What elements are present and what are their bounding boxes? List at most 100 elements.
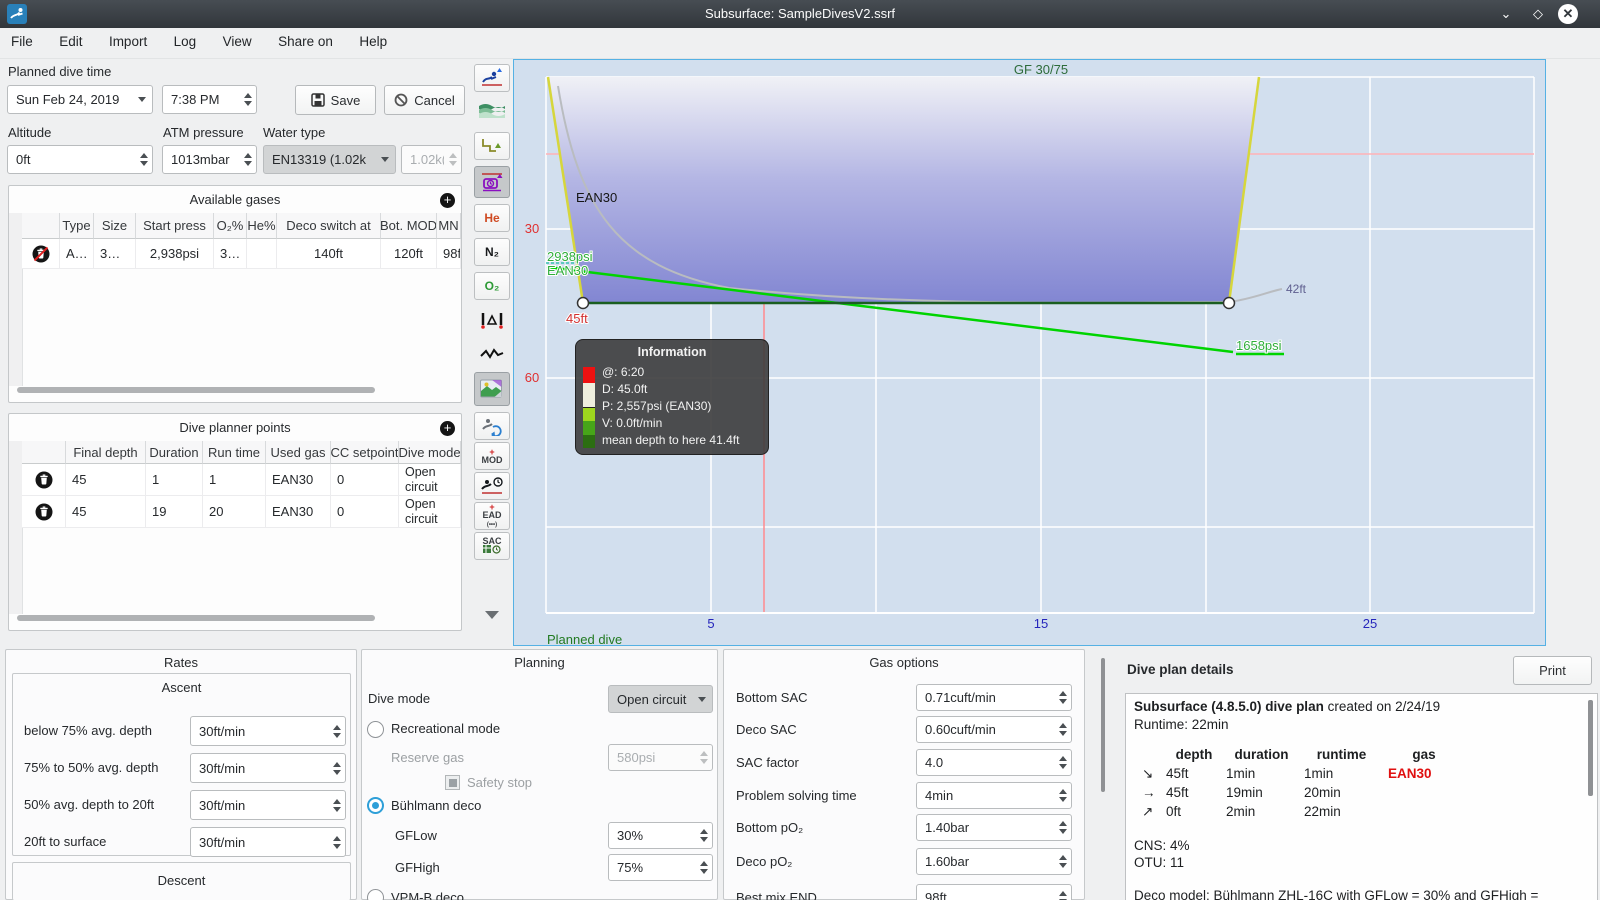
o2-graph-toggle[interactable]: O₂ [474,272,510,300]
ndl-toggle[interactable] [474,472,510,500]
point-setpoint-cell[interactable]: 0 [331,496,399,528]
gflow-spinner[interactable]: 30% [608,822,713,849]
bottom-splitter-scrollbar[interactable] [1101,658,1105,792]
gases-hscrollbar[interactable] [17,387,375,393]
deco-po2-label: Deco pO₂ [736,854,793,869]
minimize-button[interactable]: ⌄ [1496,4,1516,24]
planner-handle[interactable] [576,296,590,310]
delete-point-button[interactable] [22,464,66,496]
gas-start-press-cell[interactable]: 2,938psi [136,239,214,269]
bottom-po2-spinner[interactable]: 1.40bar [916,814,1072,841]
water-type-combobox[interactable]: EN13319 (1.02k [263,145,396,174]
sac-toggle[interactable]: SAC [474,532,510,560]
point-divemode-cell[interactable]: Open circuit [399,464,461,496]
dive-mode-combobox[interactable]: Open circuit [608,685,713,713]
menu-help[interactable]: Help [348,28,398,55]
ascent-rate-toggle[interactable] [474,64,510,92]
safety-stop-checkbox-disabled [445,775,460,790]
col-mnd: MN [437,213,461,239]
point-depth-cell[interactable]: 45 [66,496,146,528]
deco-sac-spinner[interactable]: 0.60cuft/min [916,716,1072,743]
save-button[interactable]: Save [295,85,376,115]
surface-waves-toggle[interactable] [474,96,510,124]
menu-import[interactable]: Import [98,28,158,55]
cancel-button[interactable]: Cancel [384,85,465,115]
point-depth-cell[interactable]: 45 [66,464,146,496]
rate-spinner-3[interactable]: 30ft/min [190,790,346,820]
points-hscrollbar[interactable] [17,615,375,621]
point-gas-cell[interactable]: EAN30 [266,496,331,528]
point-duration-cell[interactable]: 1 [146,464,203,496]
rebreather-toggle[interactable] [474,412,510,440]
buhlmann-deco-radio-selected[interactable] [367,797,384,814]
heartrate-toggle[interactable] [474,340,510,368]
toolbar-scroll-down[interactable] [478,606,506,626]
point-setpoint-cell[interactable]: 0 [331,464,399,496]
rate-spinner-2[interactable]: 30ft/min [190,753,346,783]
gas-bot-mod-cell[interactable]: 120ft [381,239,437,269]
recreational-mode-radio[interactable] [367,721,384,738]
problem-solving-time-spinner[interactable]: 4min [916,782,1072,809]
add-point-button[interactable]: + [440,421,455,436]
bottom-sac-spinner[interactable]: 0.71cuft/min [916,684,1072,711]
mod-toggle[interactable]: + MOD [474,442,510,470]
menu-log[interactable]: Log [163,28,208,55]
n2-graph-toggle[interactable]: N₂ [474,238,510,266]
tooltip-pressure: P: 2,557psi (EAN30) [602,399,712,413]
gas-o2-cell[interactable]: 3… [214,239,247,269]
altitude-spinner[interactable]: 0ft [7,145,153,174]
ead-toggle[interactable]: + EAD (•••) [474,502,510,530]
gas-mnd-cell[interactable]: 98f [437,239,461,269]
segment-depth: 0ft [1166,804,1182,819]
point-runtime-cell[interactable]: 1 [203,464,266,496]
point-gas-cell[interactable]: EAN30 [266,464,331,496]
setpoint-toggle-selected[interactable] [474,166,510,198]
close-button[interactable]: ✕ [1558,4,1578,24]
deco-po2-spinner[interactable]: 1.60bar [916,848,1072,875]
rate-spinner-4[interactable]: 30ft/min [190,827,346,857]
point-divemode-cell[interactable]: Open circuit [399,496,461,528]
menu-share-on[interactable]: Share on [267,28,344,55]
segment-duration: 2min [1226,804,1256,819]
dive-time-spinner[interactable]: 7:38 PM [162,85,257,114]
descent-title: Descent [157,873,206,888]
tooltip-mean-depth: mean depth to here 41.4ft [602,433,740,447]
diver-clock-icon [481,477,503,494]
row-header-strip [9,441,23,614]
gas-he-cell[interactable] [247,239,277,269]
time-tick-15: 15 [1034,616,1048,631]
add-gas-button[interactable]: + [440,193,455,208]
bottom-depth-label: 45ft [566,311,588,326]
best-mix-end-spinner[interactable]: 98ft [916,884,1072,900]
dive-mode-label: Dive mode [368,691,431,706]
gas-deco-switch-cell[interactable]: 140ft [277,239,381,269]
atm-pressure-label: ATM pressure [163,125,244,140]
depth-tick-30: 30 [525,221,539,236]
bottom-po2-label: Bottom pO₂ [736,820,804,835]
ceiling-toggle[interactable] [474,132,510,160]
gfhigh-spinner[interactable]: 75% [608,854,713,881]
print-button[interactable]: Print [1513,656,1592,685]
photos-toggle-selected[interactable] [474,372,510,406]
delete-point-button[interactable] [22,496,66,528]
start-pressure-label: 2938psi [547,249,593,264]
gas-type-cell[interactable]: A… [60,239,94,269]
point-runtime-cell[interactable]: 20 [203,496,266,528]
menu-edit[interactable]: Edit [48,28,93,55]
dive-date-combobox[interactable]: Sun Feb 24, 2019 [7,85,153,114]
planner-handle[interactable] [1222,296,1236,310]
point-duration-cell[interactable]: 19 [146,496,203,528]
sac-factor-spinner[interactable]: 4.0 [916,749,1072,776]
vpmb-deco-radio[interactable] [367,889,384,900]
menu-view[interactable]: View [212,28,263,55]
dive-plan-text: Subsurface (4.8.5.0) dive plan created o… [1125,693,1598,900]
plan-vscrollbar[interactable] [1588,700,1593,796]
maximize-button[interactable]: ◇ [1528,4,1548,24]
he-graph-toggle[interactable]: He [474,204,510,232]
atm-pressure-spinner[interactable]: 1013mbar [162,145,257,174]
delete-gas-button[interactable] [22,239,60,269]
ruler-toggle[interactable] [474,306,510,334]
menu-file[interactable]: File [0,28,44,55]
gas-size-cell[interactable]: 3… [94,239,136,269]
rate-spinner-1[interactable]: 30ft/min [190,716,346,746]
